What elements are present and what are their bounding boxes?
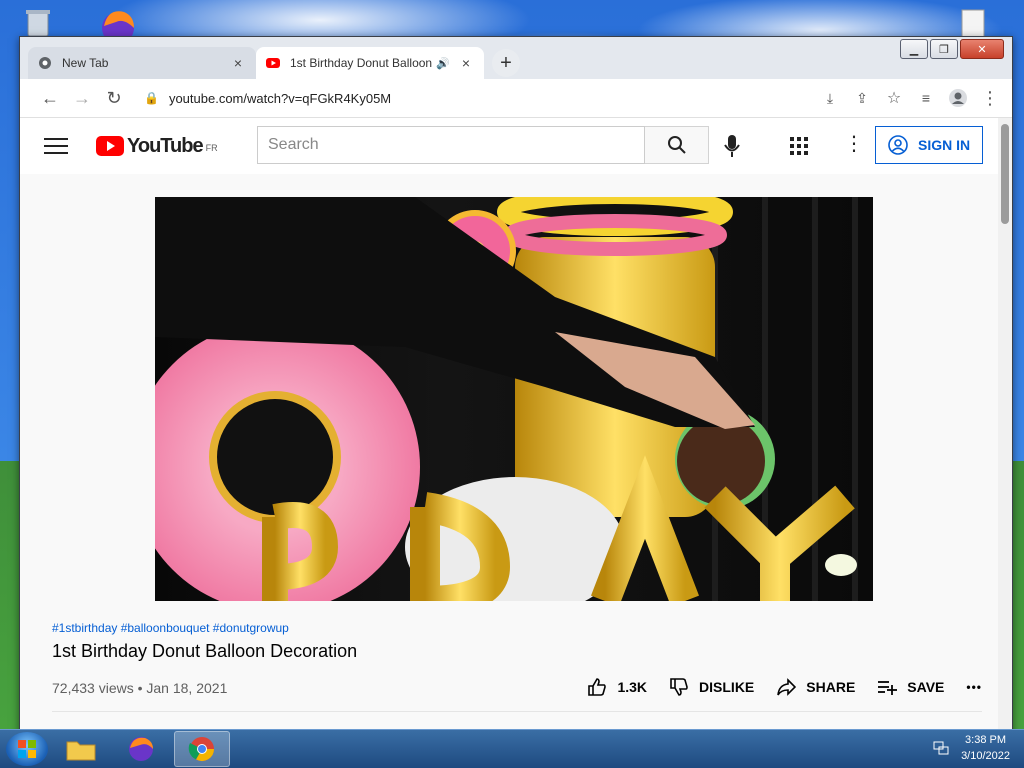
browser-toolbar: ← → ↻ 🔒 youtube.com/watch?v=qFGkR4Ky05M … <box>20 79 1012 118</box>
close-tab-button[interactable]: × <box>230 55 246 71</box>
speaker-icon[interactable]: 🔊 <box>436 57 450 70</box>
close-tab-button[interactable]: × <box>458 55 474 71</box>
section-divider <box>52 711 982 712</box>
minimize-button[interactable]: ▁ <box>900 39 928 59</box>
scrollbar-thumb[interactable] <box>1001 124 1009 224</box>
browser-window: ▁ ❐ ✕ New Tab × 1st Birthday Donut Ballo… <box>19 36 1013 738</box>
install-icon[interactable]: ⤓ <box>814 82 846 114</box>
chrome-icon <box>39 57 51 69</box>
sign-in-label: SIGN IN <box>918 137 971 153</box>
bookmark-star-icon[interactable]: ☆ <box>878 82 910 114</box>
restore-button[interactable]: ❐ <box>930 39 958 59</box>
chrome-taskbar-button[interactable] <box>174 731 230 767</box>
firefox-taskbar-button[interactable] <box>114 732 168 766</box>
media-control-icon[interactable]: ≡ <box>910 82 942 114</box>
profile-avatar-icon[interactable] <box>942 82 974 114</box>
video-title: 1st Birthday Donut Balloon Decoration <box>52 641 358 661</box>
lock-icon[interactable]: 🔒 <box>144 91 159 105</box>
video-frame <box>155 197 858 601</box>
windows-logo-icon <box>18 740 36 758</box>
reload-icon[interactable]: ↻ <box>98 82 130 114</box>
youtube-logo[interactable]: YouTube FR <box>96 135 218 158</box>
tab-title: New Tab <box>62 56 109 70</box>
country-code: FR <box>205 142 218 153</box>
tab-new-tab[interactable]: New Tab × <box>28 47 256 79</box>
more-actions-button[interactable]: ••• <box>966 680 982 694</box>
search-icon <box>667 136 686 154</box>
logo-text: YouTube <box>127 134 204 157</box>
address-bar[interactable]: 🔒 youtube.com/watch?v=qFGkR4Ky05M <box>136 84 808 112</box>
youtube-header: YouTube FR Search ⋮ SIGN IN <box>20 118 1012 174</box>
clock[interactable]: 3:38 PM 3/10/2022 <box>961 732 1010 764</box>
clock-time: 3:38 PM <box>965 734 1007 746</box>
tab-title: 1st Birthday Donut Balloon D <box>290 56 437 70</box>
search-input[interactable]: Search <box>257 126 645 164</box>
file-explorer-taskbar-button[interactable] <box>54 732 108 766</box>
thumbs-up-icon <box>588 678 607 696</box>
tab-strip: New Tab × 1st Birthday Donut Balloon D 🔊… <box>28 45 902 79</box>
share-label: SHARE <box>806 679 856 695</box>
close-window-button[interactable]: ✕ <box>960 39 1004 59</box>
playlist-add-icon <box>878 681 898 695</box>
save-button[interactable]: SAVE <box>877 677 944 697</box>
window-controls: ▁ ❐ ✕ <box>900 39 1004 59</box>
dislike-button[interactable]: DISLIKE <box>669 677 754 697</box>
forward-icon[interactable]: → <box>66 82 98 114</box>
youtube-favicon-icon <box>266 58 280 68</box>
network-icon[interactable] <box>933 740 949 756</box>
sign-in-button[interactable]: SIGN IN <box>875 126 983 164</box>
start-button[interactable] <box>6 732 48 766</box>
system-tray: 3:38 PM 3/10/2022 <box>933 732 1010 764</box>
youtube-page: YouTube FR Search ⋮ SIGN IN #1stbirthday… <box>20 118 1012 737</box>
page-scrollbar[interactable] <box>998 118 1012 737</box>
video-actions: 1.3K DISLIKE SHARE SAVE ••• <box>565 677 982 697</box>
save-label: SAVE <box>907 679 945 695</box>
back-icon[interactable]: ← <box>34 82 66 114</box>
folder-icon <box>66 741 96 761</box>
taskbar: 3:38 PM 3/10/2022 <box>0 729 1024 768</box>
like-button[interactable]: 1.3K <box>587 677 647 697</box>
account-icon <box>888 135 908 155</box>
browser-menu-icon[interactable]: ⋮ <box>974 82 1006 114</box>
youtube-play-icon <box>96 136 124 156</box>
search-bar: Search <box>257 126 709 164</box>
video-player[interactable] <box>155 197 873 601</box>
firefox-icon <box>129 737 153 761</box>
like-count: 1.3K <box>617 679 648 695</box>
new-tab-button[interactable]: + <box>492 49 520 77</box>
clock-date: 3/10/2022 <box>961 750 1010 762</box>
apps-grid-icon[interactable] <box>790 137 808 160</box>
share-arrow-icon <box>777 678 797 696</box>
chrome-icon <box>188 737 214 762</box>
hamburger-menu-icon[interactable] <box>44 138 68 154</box>
thumbs-down-icon <box>670 678 688 696</box>
video-metadata: #1stbirthday #balloonbouquet #donutgrowu… <box>52 621 982 696</box>
dislike-label: DISLIKE <box>699 679 755 695</box>
settings-kebab-icon[interactable]: ⋮ <box>844 134 864 154</box>
share-button[interactable]: SHARE <box>776 677 855 697</box>
microphone-icon[interactable] <box>722 134 742 163</box>
hashtags-link[interactable]: #1stbirthday #balloonbouquet #donutgrowu… <box>52 621 982 635</box>
share-icon[interactable]: ⇪ <box>846 82 878 114</box>
search-button[interactable] <box>645 126 709 164</box>
tab-youtube-video[interactable]: 1st Birthday Donut Balloon D 🔊 × <box>256 47 484 79</box>
url-text: youtube.com/watch?v=qFGkR4Ky05M <box>168 90 392 106</box>
